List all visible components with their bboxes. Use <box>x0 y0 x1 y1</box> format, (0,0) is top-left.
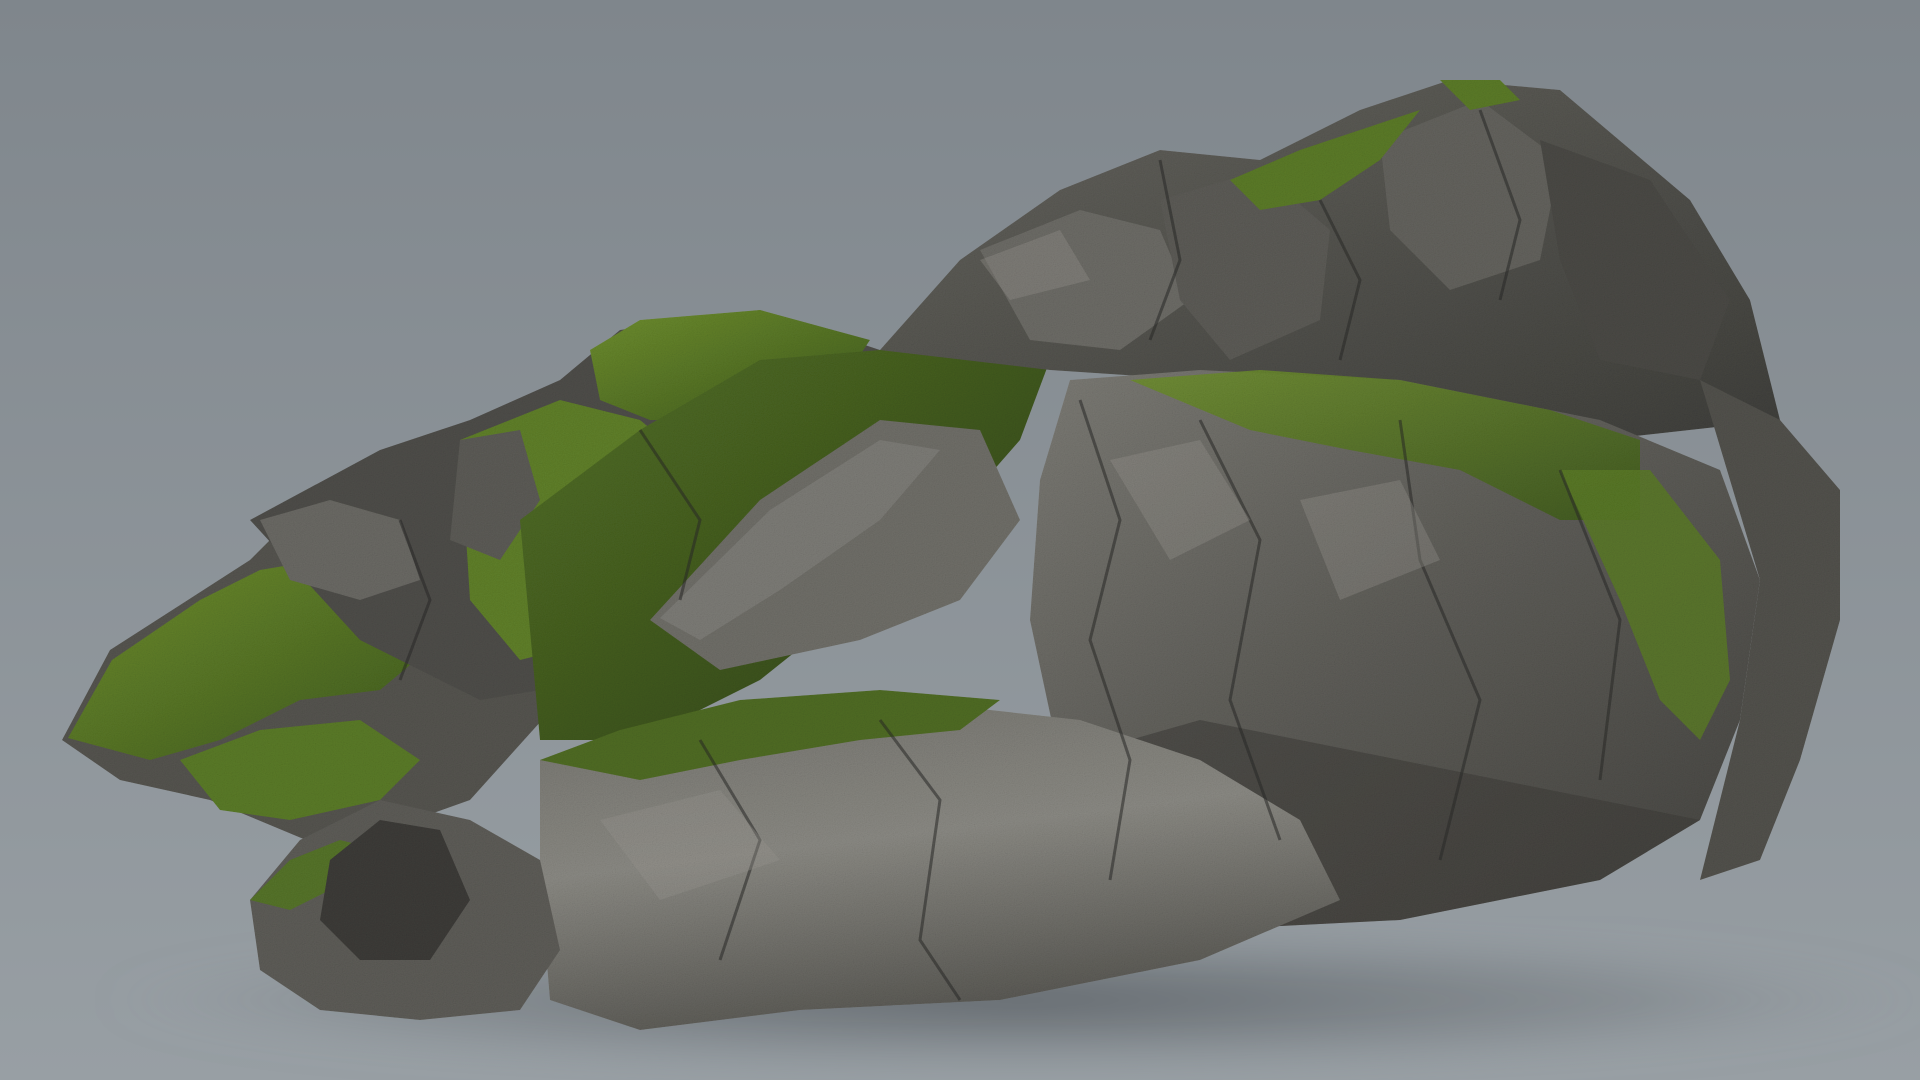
rock-render-canvas <box>0 0 1920 1080</box>
render-viewport <box>0 0 1920 1080</box>
